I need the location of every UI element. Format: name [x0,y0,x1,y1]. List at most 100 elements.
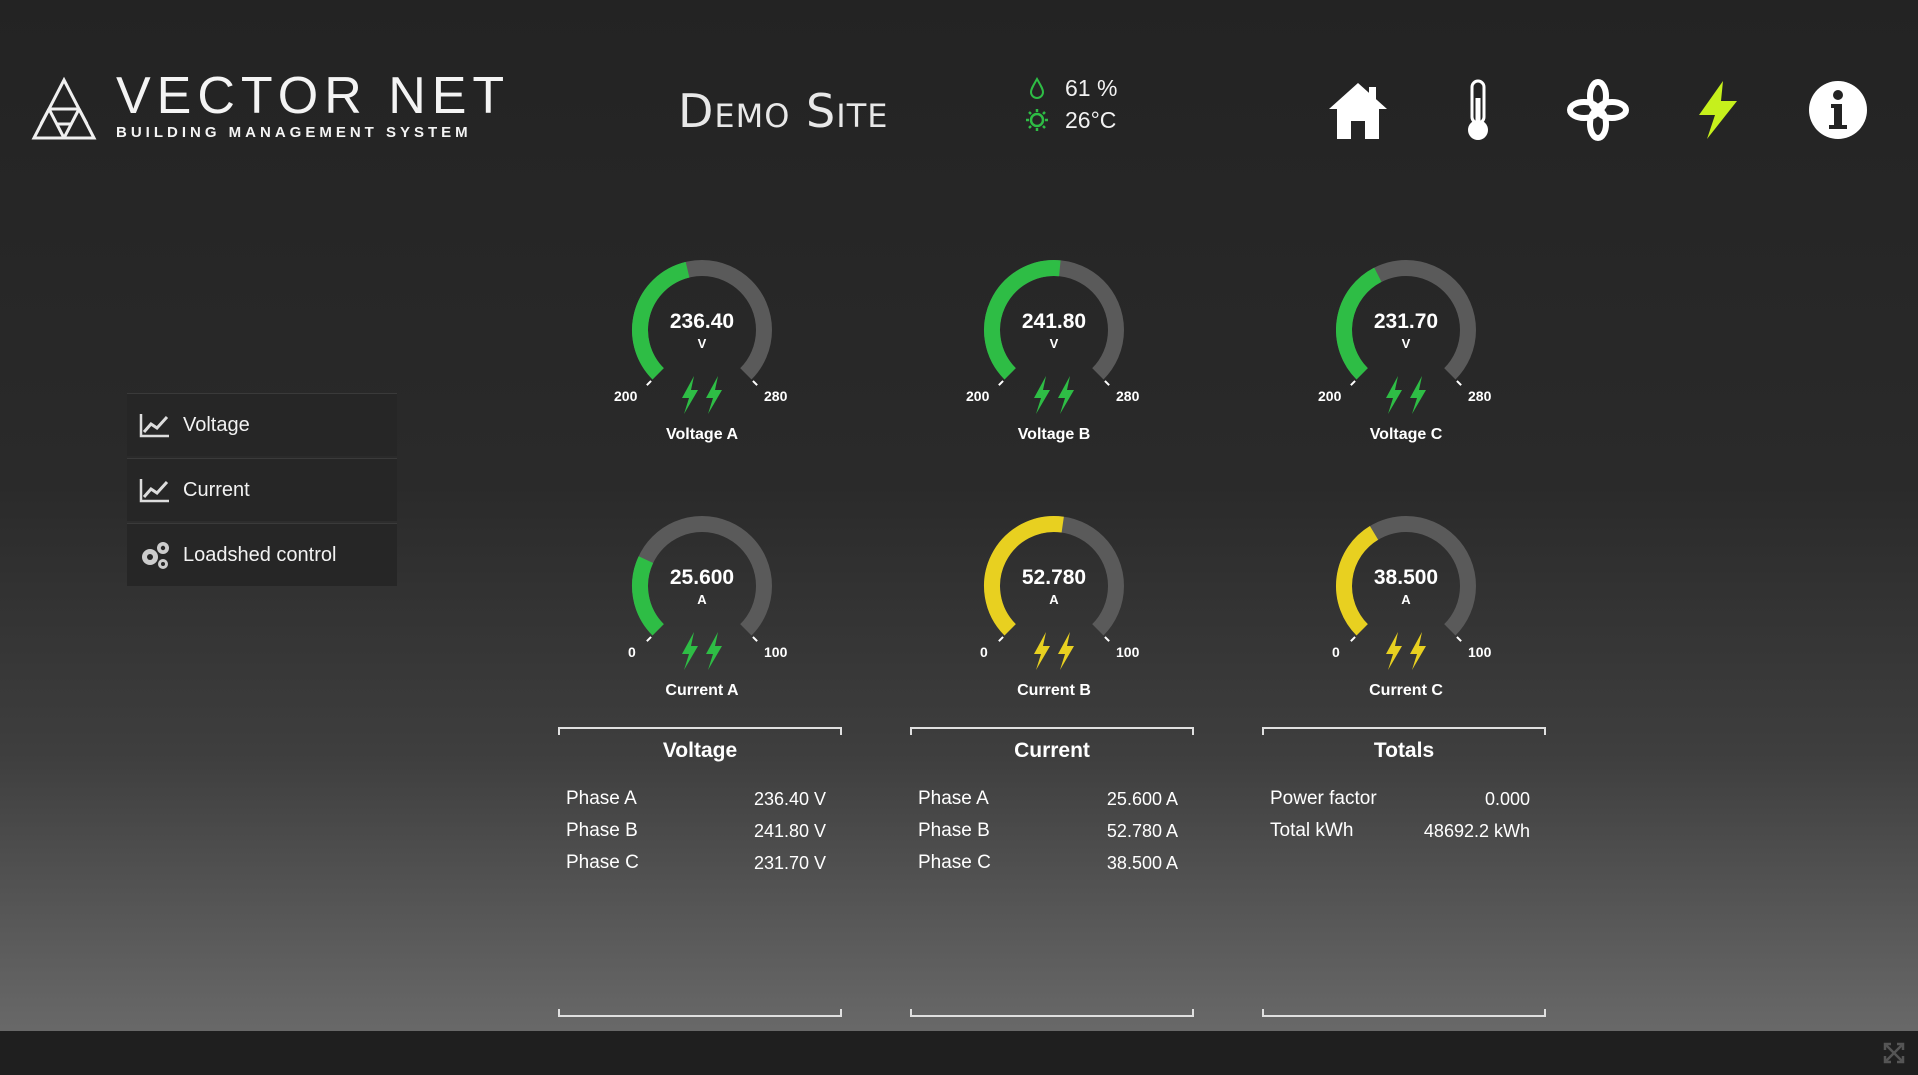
gauge-unit: A [1049,592,1059,607]
table-row: Phase C 38.500 A [918,852,1178,873]
gauge-current-a: 25.600 A 0 100 Current A [592,514,812,724]
brand-name: VECTOR NET [116,67,511,125]
lightning-icon [682,376,698,414]
gauge-value: 52.780 [1021,566,1087,589]
site-title: Demo Site [678,84,889,138]
gears-icon [142,542,169,569]
main-nav [1322,74,1874,146]
gauge-min: 200 [966,388,990,404]
sidebar-item-label: Current [183,478,250,501]
gauge-label: Current C [1369,682,1443,699]
sidebar-item-label: Voltage [183,413,250,436]
lightning-icon [1386,376,1402,414]
table-row: Phase B 241.80 V [566,820,826,841]
lightning-icon [1058,376,1074,414]
sidebar-item-label: Loadshed control [183,543,337,566]
gauge-voltage-c: 231.70 V 200 280 Voltage C [1296,258,1516,468]
chart-line-icon [139,479,169,503]
gauge-tick [646,636,652,642]
panel-title: Voltage [662,739,738,762]
gauge-tick [1456,380,1462,386]
gauge-current-c: 38.500 A 0 100 Current C [1296,514,1516,724]
lightning-icon [706,632,722,670]
brand-subtitle: BUILDING MANAGEMENT SYSTEM [116,124,472,141]
gauge-min: 200 [614,388,638,404]
gauge-min: 200 [1318,388,1342,404]
humidity-value: 61 % [1065,74,1118,101]
gauge-label: Voltage B [1017,426,1091,443]
gauge-unit: V [1049,336,1059,351]
gauge-current-b: 52.780 A 0 100 Current B [944,514,1164,724]
gauge-value: 231.70 [1373,310,1439,333]
brand-logo: VECTOR NET BUILDING MANAGEMENT SYSTEM [30,70,510,144]
gauge-unit: V [1401,336,1411,351]
gauge-tick [1456,636,1462,642]
home-icon[interactable] [1322,74,1394,146]
table-row: Phase A 25.600 A [918,788,1178,809]
lightning-icon [1034,376,1050,414]
droplet-icon [1025,77,1049,99]
table-row: Power factor 0.000 [1270,788,1530,809]
chart-line-icon [139,414,169,438]
gauge-max: 100 [1116,644,1140,660]
gauge-tick [1104,380,1110,386]
gauge-value: 38.500 [1373,566,1439,589]
gauge-tick [998,380,1004,386]
gauge-tick [646,380,652,386]
gauge-max: 100 [1468,644,1492,660]
gauge-unit: V [697,336,707,351]
lightning-icon[interactable] [1682,74,1754,146]
gauge-tick [752,636,758,642]
table-row: Phase A 236.40 V [566,788,826,809]
lightning-icon [1058,632,1074,670]
lightning-icon [1410,376,1426,414]
footer-bar [0,1031,1918,1075]
gauge-label: Current B [1017,682,1091,699]
sidebar-item-voltage[interactable]: Voltage [127,393,397,456]
temperature-value: 26°C [1065,106,1117,133]
gauge-tick [1104,636,1110,642]
fan-icon[interactable] [1562,74,1634,146]
gauge-unit: A [697,592,707,607]
table-row: Phase B 52.780 A [918,820,1178,841]
lightning-icon [682,632,698,670]
lightning-icon [1034,632,1050,670]
gauge-tick [1350,380,1356,386]
table-row: Total kWh 48692.2 kWh [1270,820,1530,841]
gauge-label: Current A [665,682,739,699]
gauge-max: 280 [764,388,788,404]
lightning-icon [1410,632,1426,670]
gauge-voltage-a: 236.40 V 200 280 Voltage A [592,258,812,468]
gauge-tick [998,636,1004,642]
lightning-icon [1386,632,1402,670]
gauge-max: 280 [1116,388,1140,404]
panel-title: Current [1014,739,1090,762]
totals-panel: Totals Power factor 0.000 Total kWh 48692.… [1262,727,1546,1017]
current-panel: Current Phase A 25.600 A Phase B 52.780 A … [910,727,1194,1017]
voltage-panel: Voltage Phase A 236.40 V Phase B 241.80 V … [558,727,842,1017]
fullscreen-icon[interactable] [1882,1041,1906,1065]
gauge-max: 100 [764,644,788,660]
lightning-icon [706,376,722,414]
sidebar-item-current[interactable]: Current [127,458,397,521]
gauge-unit: A [1401,592,1411,607]
gauge-max: 280 [1468,388,1492,404]
gauge-voltage-b: 241.80 V 200 280 Voltage B [944,258,1164,468]
gauge-tick [1350,636,1356,642]
thermometer-icon[interactable] [1442,74,1514,146]
gauge-value: 241.80 [1021,310,1087,333]
gauge-label: Voltage C [1369,426,1443,443]
triangle-logo-icon [31,76,97,140]
gauge-value: 236.40 [669,310,735,333]
environment-readout: 61 % 26°C [1025,72,1117,136]
info-icon[interactable] [1802,74,1874,146]
table-row: Phase C 231.70 V [566,852,826,873]
gauge-min: 0 [628,644,636,660]
sidebar-item-loadshed[interactable]: Loadshed control [127,523,397,586]
sun-icon [1025,108,1049,132]
sidebar: Voltage Current Loadshed control [127,393,397,588]
gauge-min: 0 [1332,644,1340,660]
gauge-label: Voltage A [665,426,738,443]
gauge-value: 25.600 [669,566,735,589]
gauge-tick [752,380,758,386]
